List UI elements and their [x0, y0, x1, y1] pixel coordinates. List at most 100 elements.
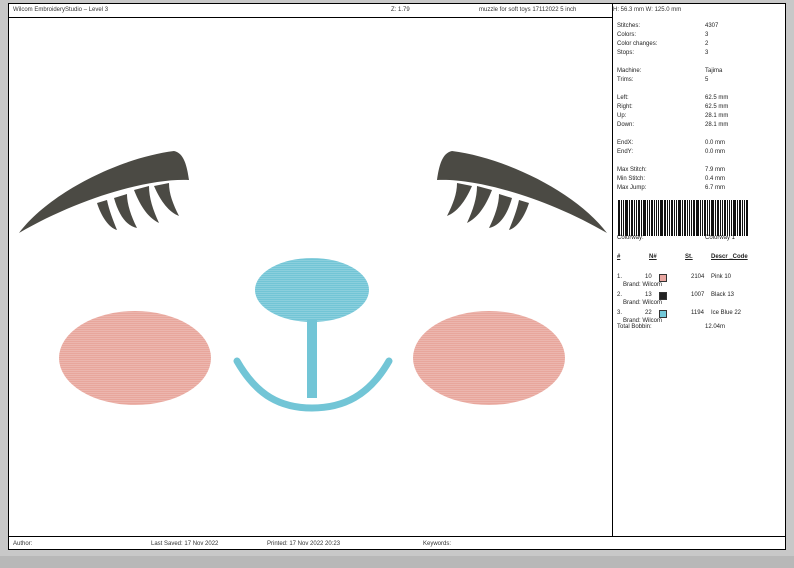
- keywords-label: Keywords:: [423, 541, 452, 547]
- barcode-bar: [631, 200, 633, 236]
- stat-label: EndY:: [617, 149, 634, 155]
- stat-label: Stitches:: [617, 23, 641, 29]
- print-preview-sheet: Wilcom EmbroideryStudio – Level 3 Z: 1.7…: [8, 3, 786, 550]
- colorway-row-num: 3.: [617, 310, 623, 316]
- barcode-bar: [746, 200, 748, 236]
- barcode-bar: [707, 200, 708, 236]
- stat-row: Down: 28.1 mm: [617, 122, 782, 130]
- stat-row: Trims: 5: [617, 77, 782, 85]
- stat-row: EndX: 0.0 mm: [617, 140, 782, 148]
- barcode-bar: [737, 200, 738, 236]
- stat-label: Color changes:: [617, 41, 658, 47]
- stat-value: 6.7 mm: [705, 185, 726, 191]
- barcode-bar: [654, 200, 655, 236]
- stat-row: Min Stitch: 0.4 mm: [617, 176, 782, 184]
- header-bar: Wilcom EmbroideryStudio – Level 3 Z: 1.7…: [9, 4, 681, 18]
- barcode-bar: [691, 200, 692, 236]
- stat-value: Tajima: [705, 68, 723, 74]
- colorway-row-code: 10: [645, 274, 652, 280]
- col-header-descr: Descr _Code: [711, 254, 748, 260]
- barcode-bar: [682, 200, 683, 236]
- barcode-bar: [649, 200, 650, 236]
- barcode-bar: [638, 200, 640, 236]
- barcode-bar: [739, 200, 741, 236]
- barcode-bar: [669, 200, 670, 236]
- barcode-bar: [709, 200, 710, 236]
- barcode-bar: [664, 200, 666, 236]
- app-title: Wilcom EmbroideryStudio – Level 3: [13, 7, 109, 13]
- colorway-row-brand: Brand: Wilcom: [623, 318, 663, 324]
- barcode-bar: [618, 200, 620, 236]
- barcode-bar: [667, 200, 668, 236]
- color-swatch: [659, 310, 667, 318]
- barcode-bar: [744, 200, 745, 236]
- barcode-bar: [696, 200, 699, 236]
- stat-row: Up: 28.1 mm: [617, 113, 782, 121]
- col-header-num: #: [617, 254, 621, 260]
- barcode-bar: [689, 200, 690, 236]
- barcode-bar: [621, 200, 622, 236]
- barcode-bar: [731, 200, 732, 236]
- col-header-n: N#: [649, 254, 657, 260]
- barcode-bar: [676, 200, 677, 236]
- barcode-bar: [729, 200, 730, 236]
- design-canvas: [19, 151, 607, 412]
- stat-row: Color changes: 2: [617, 41, 782, 49]
- colorway-row-brand: Brand: Wilcom: [623, 300, 663, 306]
- stat-value: 2: [705, 41, 709, 47]
- barcode-bar: [704, 200, 706, 236]
- barcode-bar: [717, 200, 719, 236]
- barcode-bar: [727, 200, 728, 236]
- barcode-bar: [678, 200, 681, 236]
- right-eyelash: [437, 151, 607, 233]
- stat-value: 3: [705, 32, 709, 38]
- stat-value: 4307: [705, 23, 719, 29]
- barcode-bar: [724, 200, 726, 236]
- stat-label: Up:: [617, 113, 627, 119]
- barcode-bar: [733, 200, 736, 236]
- colorway-row-brand: Brand: Wilcom: [623, 282, 663, 288]
- col-header-st: St.: [685, 254, 693, 260]
- window-bottom-strip: [0, 556, 794, 568]
- stat-label: Stops:: [617, 50, 635, 56]
- barcode-bar: [674, 200, 675, 236]
- barcode-bar: [687, 200, 688, 236]
- barcode-bar: [656, 200, 657, 236]
- stat-label: Trims:: [617, 77, 634, 83]
- barcode-bar: [671, 200, 673, 236]
- zoom-readout: Z: 1.79: [391, 7, 410, 13]
- barcode-bar: [641, 200, 642, 236]
- stat-row: Machine: Tajima: [617, 68, 782, 76]
- stat-row: Left: 62.5 mm: [617, 95, 782, 103]
- barcode-bar: [629, 200, 630, 236]
- barcode-bar: [651, 200, 653, 236]
- barcode-bar: [625, 200, 628, 236]
- stat-label: Right:: [617, 104, 633, 110]
- stat-value: 0.0 mm: [705, 149, 726, 155]
- barcode-bar: [634, 200, 635, 236]
- last-saved: Last Saved: 17 Nov 2022: [151, 541, 219, 547]
- stat-row: Right: 62.5 mm: [617, 104, 782, 112]
- stat-value: 7.9 mm: [705, 167, 726, 173]
- stat-label: Max Jump:: [617, 185, 647, 191]
- barcode-bar: [636, 200, 637, 236]
- stat-row: Max Jump: 6.7 mm: [617, 185, 782, 193]
- barcode-bar: [684, 200, 686, 236]
- colorway-row-descr: Pink 10: [711, 274, 732, 280]
- stat-row: Max Stitch: 7.9 mm: [617, 167, 782, 175]
- stat-label: Left:: [617, 95, 629, 101]
- stat-value: 62.5 mm: [705, 95, 729, 101]
- stat-label: Colors:: [617, 32, 637, 38]
- barcode-bar: [722, 200, 723, 236]
- stat-row: Colors: 3: [617, 32, 782, 40]
- colorway-row-num: 2.: [617, 292, 623, 298]
- barcode-bar: [643, 200, 646, 236]
- stat-value: 0.4 mm: [705, 176, 726, 182]
- barcode-bar: [715, 200, 716, 236]
- stat-label: Machine:: [617, 68, 642, 74]
- colorway-row-stitches: 1007: [691, 292, 705, 298]
- colorway-row-stitches: 1194: [691, 310, 704, 316]
- stat-row: Stitches: 4307: [617, 23, 782, 31]
- barcode-bar: [647, 200, 648, 236]
- stat-value: 28.1 mm: [705, 113, 729, 119]
